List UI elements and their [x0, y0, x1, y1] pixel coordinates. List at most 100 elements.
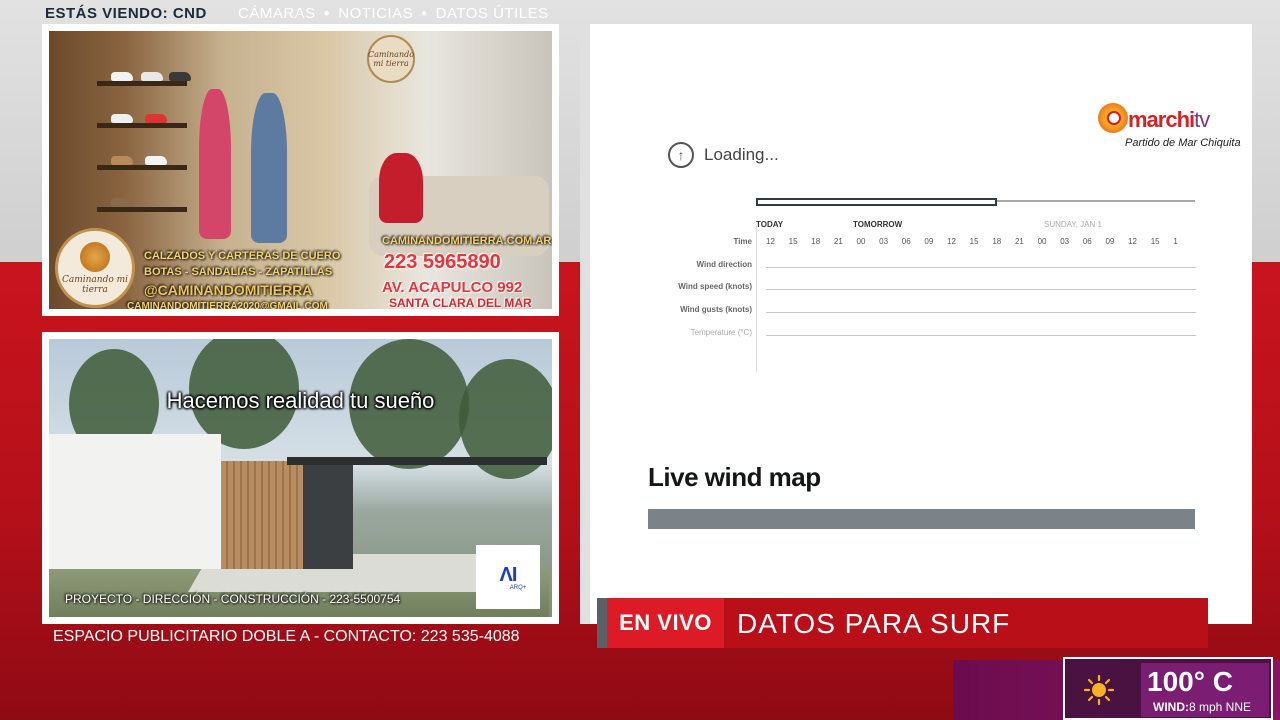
shelf: [97, 207, 187, 212]
hour-label: 09: [924, 237, 934, 246]
store-city: SANTA CLARA DEL MAR: [389, 296, 532, 309]
shoe: [111, 156, 133, 165]
sun-icon: [1083, 674, 1115, 706]
forecast-row: Temperature (°C): [668, 328, 1198, 342]
store-website: CAMINANDOMITIERRA.COM.AR: [382, 235, 552, 247]
shoe: [111, 198, 133, 207]
nav-item-useful-data[interactable]: DATOS ÚTILES: [436, 5, 549, 22]
hour-label: 03: [1060, 237, 1070, 246]
shoe: [169, 72, 191, 81]
hour-label: 18: [992, 237, 1002, 246]
wheat-icon: [80, 241, 110, 272]
time-label: Time: [733, 237, 752, 246]
hour-label: 15: [1150, 237, 1160, 246]
forecast-hours: 12 15 18 21 00 03 06 09 12 15 18 21 00 03 06 09 12 15 1: [766, 237, 1196, 249]
store-line-2: BOTAS - SANDALIAS - ZAPATILLAS: [144, 266, 333, 278]
live-wind-map-title: Live wind map: [648, 462, 821, 492]
hour-label: 12: [947, 237, 956, 246]
hour-label: 1: [1173, 237, 1178, 246]
hour-label: 21: [1014, 237, 1024, 246]
now-watching-label: ESTÁS VIENDO: CND: [45, 5, 207, 22]
hour-label: 15: [788, 237, 798, 246]
house-white-wall: [49, 434, 221, 569]
house-dark-section: [303, 465, 353, 569]
nav-separator: ●: [421, 8, 428, 19]
row-line: [766, 312, 1196, 313]
shoe: [141, 72, 163, 81]
ad-panel-architecture: Hacemos realidad tu sueño PROYECTO - DIR…: [42, 332, 559, 624]
store-badge-name: Caminando mi tierra: [61, 274, 129, 295]
brand-tagline: Partido de Mar Chiquita: [1125, 137, 1241, 149]
brand-name-part1: marchi: [1128, 107, 1195, 132]
store-wall-logo: Caminando mi tierra: [367, 35, 415, 83]
shelf: [97, 123, 187, 128]
wind-value: 8 mph NNE: [1189, 700, 1252, 714]
shoe: [145, 156, 167, 165]
shoe: [111, 72, 133, 81]
live-wind-map-bar[interactable]: [648, 509, 1195, 529]
row-label-wind-speed: Wind speed (knots): [678, 282, 752, 291]
hour-label: 06: [901, 237, 911, 246]
live-label: EN VIVO: [619, 610, 712, 635]
surf-data-content: marchitv Partido de Mar Chiquita ↑ Loadi…: [598, 32, 1242, 622]
shoe: [111, 114, 133, 123]
hour-label: 12: [766, 237, 775, 246]
hour-label: 03: [879, 237, 889, 246]
hour-label: 00: [1037, 237, 1047, 246]
store-phone: 223 5965890: [384, 251, 501, 273]
architecture-footer: PROYECTO - DIRECCIÓN - CONSTRUCCIÓN - 22…: [65, 592, 401, 606]
arrow-up-circle-icon: ↑: [668, 142, 694, 168]
forecast-row: Wind speed (knots): [668, 282, 1198, 296]
row-line: [766, 335, 1196, 336]
lower-third: EN VIVO DATOS PARA SURF: [597, 598, 1208, 648]
nav-separator: ●: [323, 8, 331, 19]
santa-logo-icon: [1107, 111, 1121, 125]
brand-name-part2: tv: [1194, 107, 1210, 132]
marchitv-logo: marchitv Partido de Mar Chiquita: [1098, 101, 1248, 151]
shelf: [97, 165, 187, 170]
brand-name: marchitv: [1128, 107, 1210, 133]
hour-label: 00: [856, 237, 866, 246]
store-ad-image: Caminando mi tierra Caminando mi tierra …: [49, 31, 552, 309]
store-badge-logo: Caminando mi tierra: [55, 228, 135, 308]
loading-text: Loading...: [704, 145, 779, 164]
forecast-row: Wind gusts (knots): [668, 305, 1198, 319]
lower-third-title: DATOS PARA SURF: [737, 608, 1011, 639]
wind-label: WIND:: [1153, 700, 1189, 714]
house-wood-facade: [221, 461, 303, 569]
live-badge: EN VIVO: [597, 598, 724, 648]
architecture-logo-mark: ΛΙ: [499, 563, 518, 586]
day-label-today: TODAY: [756, 220, 784, 229]
ad-contact-line: ESPACIO PUBLICITARIO DOBLE A - CONTACTO:…: [53, 628, 520, 645]
weather-readout: 100° C WIND:8 mph NNE: [1141, 663, 1269, 717]
person: [379, 153, 423, 223]
hour-label: 09: [1105, 237, 1115, 246]
nav-item-news[interactable]: NOTICIAS: [338, 5, 413, 22]
architecture-logo: ΛΙ ARQ+: [476, 545, 540, 609]
row-line: [766, 289, 1196, 290]
shelf: [97, 81, 187, 86]
nav-item-cameras[interactable]: CÁMARAS: [238, 5, 316, 22]
hour-label: 21: [833, 237, 843, 246]
store-email: CAMINANDOMITIERRA2020@GMAIL.COM: [127, 301, 328, 309]
forecast-row: Wind direction: [668, 260, 1198, 274]
ad-panel-store: Caminando mi tierra Caminando mi tierra …: [42, 24, 559, 316]
row-line: [766, 267, 1196, 268]
person: [199, 89, 231, 239]
row-label-wind-gusts: Wind gusts (knots): [680, 305, 752, 314]
row-label-temperature: Temperature (°C): [690, 328, 752, 337]
house-roof: [287, 457, 547, 465]
person: [251, 93, 287, 243]
architecture-logo-sub: ARQ+: [509, 584, 527, 591]
wind-readout: WIND:8 mph NNE: [1153, 700, 1251, 714]
store-address: AV. ACAPULCO 992: [382, 279, 523, 296]
store-handle: @CAMINANDOMITIERRA: [144, 282, 313, 298]
temperature-value: 100° C: [1147, 666, 1233, 697]
loading-progress-bar: [756, 198, 1195, 206]
progress-fill: [756, 198, 998, 206]
architecture-headline: Hacemos realidad tu sueño: [166, 388, 435, 413]
loading-indicator: ↑ Loading...: [668, 142, 779, 168]
day-label-tomorrow: TOMORROW: [853, 220, 903, 229]
shoe: [145, 114, 167, 123]
hour-label: 12: [1128, 237, 1137, 246]
